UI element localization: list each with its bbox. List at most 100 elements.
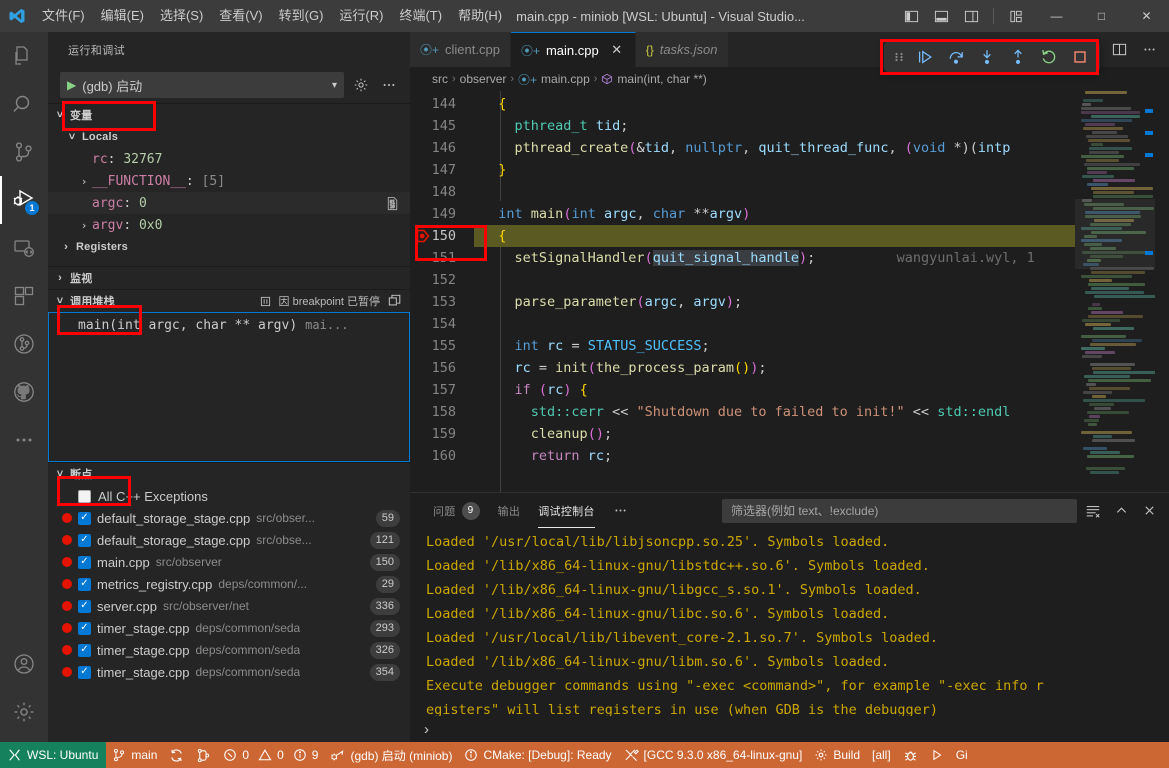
chevron-right-icon[interactable]: › (76, 219, 92, 232)
breakpoint-dot-icon[interactable] (62, 623, 72, 633)
exception-checkbox[interactable] (78, 489, 91, 503)
breakpoint-dot-icon[interactable] (62, 601, 72, 611)
split-editor-icon[interactable] (1105, 36, 1133, 64)
menu-run[interactable]: 运行(R) (331, 0, 391, 32)
chevron-down-icon[interactable]: ▾ (332, 80, 337, 91)
menu-bar[interactable]: 文件(F) 编辑(E) 选择(S) 查看(V) 转到(G) 运行(R) 终端(T… (34, 0, 510, 32)
sidebar-item-github[interactable] (0, 368, 48, 416)
breakpoint-dot-icon[interactable] (62, 667, 72, 677)
variable-row-argv[interactable]: › argv : 0x0 (48, 214, 410, 236)
status-git-compare[interactable] (190, 742, 217, 768)
code-line[interactable]: if (rc) { (474, 379, 1075, 401)
minimize-button[interactable]: — (1034, 0, 1079, 32)
menu-terminal[interactable]: 终端(T) (391, 0, 450, 32)
chevron-up-icon[interactable] (1109, 499, 1133, 523)
callstack-frame-row[interactable]: main(int argc, char ** argv) mai... (48, 314, 410, 336)
scope-registers-header[interactable]: › Registers (48, 236, 410, 258)
table-row[interactable]: ✓ server.cpp src/observer/net 336 (48, 595, 410, 617)
breadcrumb-item-src[interactable]: src (432, 72, 448, 86)
sidebar-item-explorer[interactable] (0, 32, 48, 80)
code-line[interactable]: pthread_t tid; (474, 115, 1075, 137)
panel-tabs-more-icon[interactable] (604, 493, 637, 528)
continue-icon[interactable] (911, 48, 939, 66)
code-line[interactable]: pthread_create (&tid, nullptr, quit_threa… (474, 137, 1075, 159)
menu-view[interactable]: 查看(V) (211, 0, 270, 32)
close-button[interactable]: ✕ (1124, 0, 1169, 32)
status-sync[interactable] (163, 742, 190, 768)
status-remote-indicator[interactable]: WSL: Ubuntu (0, 742, 107, 768)
status-trailing[interactable]: Gi (950, 742, 974, 768)
breakpoint-dot-icon[interactable] (62, 535, 72, 545)
debug-views-more-icon[interactable] (378, 74, 400, 96)
sidebar-item-remote-explorer[interactable] (0, 224, 48, 272)
menu-file[interactable]: 文件(F) (34, 0, 93, 32)
tab-main-cpp[interactable]: ⦿+ main.cpp ✕ (510, 32, 636, 67)
breakpoint-checkbox[interactable]: ✓ (78, 577, 91, 591)
code-line[interactable]: } (474, 159, 1075, 181)
step-into-icon[interactable] (973, 48, 1001, 66)
status-debug-target[interactable]: (gdb) 启动 (miniob) (324, 742, 458, 768)
variable-row-function[interactable]: › __FUNCTION__ : [5] (48, 170, 410, 192)
start-debug-icon[interactable]: ▶ (67, 78, 76, 92)
toggle-primary-sidebar-icon[interactable] (897, 4, 925, 28)
table-row[interactable]: ✓ metrics_registry.cpp deps/common/... 2… (48, 573, 410, 595)
tab-problems[interactable]: 问题 9 (424, 493, 489, 528)
editor-minimap[interactable] (1075, 91, 1155, 492)
status-build[interactable]: Build (808, 742, 866, 768)
clear-console-icon[interactable] (1081, 499, 1105, 523)
code-line[interactable] (474, 269, 1075, 291)
sidebar-item-run-and-debug[interactable]: 1 (0, 176, 48, 224)
table-row[interactable]: ✓ default_storage_stage.cpp src/obse... … (48, 529, 410, 551)
code-line[interactable]: { (474, 225, 1075, 247)
breakpoint-current-icon[interactable] (416, 229, 430, 243)
breadcrumb-item-symbol[interactable]: main(int, char **) (601, 72, 707, 86)
code-line[interactable]: { (474, 93, 1075, 115)
callstack-list[interactable]: main(int argc, char ** argv) mai... (48, 312, 410, 462)
code-line[interactable]: setSignalHandler(quit_signal_handle); wa… (474, 247, 1075, 269)
sidebar-item-source-control[interactable] (0, 128, 48, 176)
toggle-secondary-sidebar-icon[interactable] (957, 4, 985, 28)
breakpoint-dot-icon[interactable] (62, 579, 72, 589)
chevron-down-icon[interactable]: ˅ (52, 468, 68, 480)
code-line[interactable]: cleanup(); (474, 423, 1075, 445)
chevron-down-icon[interactable]: ˅ (64, 131, 80, 143)
accounts-button[interactable] (0, 640, 48, 688)
step-out-icon[interactable] (1004, 48, 1032, 66)
status-build-target[interactable]: [all] (866, 742, 897, 768)
status-debug-button[interactable] (897, 742, 924, 768)
sidebar-item-git-graph[interactable] (0, 320, 48, 368)
chevron-right-icon[interactable]: › (76, 175, 92, 188)
tab-client-cpp[interactable]: ⦿+ client.cpp (410, 32, 511, 67)
close-icon[interactable]: ✕ (609, 42, 625, 58)
variable-row-rc[interactable]: rc : 32767 (48, 148, 410, 170)
code-editor[interactable]: 144 145 146 147 148 149 150 151 152 153 (410, 91, 1169, 492)
tab-debug-console[interactable]: 调试控制台 (529, 493, 604, 528)
tab-output[interactable]: 输出 (489, 493, 530, 528)
code-line[interactable]: return rc; (474, 445, 1075, 467)
menu-edit[interactable]: 编辑(E) (93, 0, 152, 32)
callstack-section-header[interactable]: ˅ 调用堆栈 因 breakpoint 已暂停 (48, 290, 410, 312)
editor-gutter[interactable]: 144 145 146 147 148 149 150 151 152 153 (410, 91, 474, 492)
table-row[interactable]: ✓ timer_stage.cpp deps/common/seda 326 (48, 639, 410, 661)
window-controls[interactable]: — □ ✕ (1034, 0, 1169, 32)
variable-row-argc[interactable]: argc : 0 01 10 (48, 192, 410, 214)
breakpoint-dot-icon[interactable] (62, 645, 72, 655)
sidebar-item-search[interactable] (0, 80, 48, 128)
floating-debug-toolbar[interactable] (884, 42, 1100, 72)
table-row[interactable]: ✓ main.cpp src/observer 150 (48, 551, 410, 573)
breakpoint-dot-icon[interactable] (62, 557, 72, 567)
editor-code[interactable]: { pthread_t tid; pthread_create (&tid, nu… (474, 91, 1075, 492)
breakpoint-checkbox[interactable]: ✓ (78, 533, 91, 547)
menu-go[interactable]: 转到(G) (271, 0, 332, 32)
restart-frame-icon[interactable] (388, 294, 402, 308)
breakpoint-checkbox[interactable]: ✓ (78, 555, 91, 569)
restart-icon[interactable] (1035, 48, 1063, 66)
manage-settings-button[interactable] (0, 688, 48, 736)
editor-vertical-scrollbar[interactable] (1155, 91, 1169, 492)
sidebar-item-more-views[interactable] (0, 416, 48, 464)
grip-icon[interactable] (890, 49, 908, 65)
open-launch-json-gear-icon[interactable] (350, 74, 372, 96)
chevron-down-icon[interactable]: ˅ (52, 295, 68, 307)
chevron-right-icon[interactable]: › (58, 241, 74, 253)
minimap-slider[interactable] (1075, 199, 1155, 269)
